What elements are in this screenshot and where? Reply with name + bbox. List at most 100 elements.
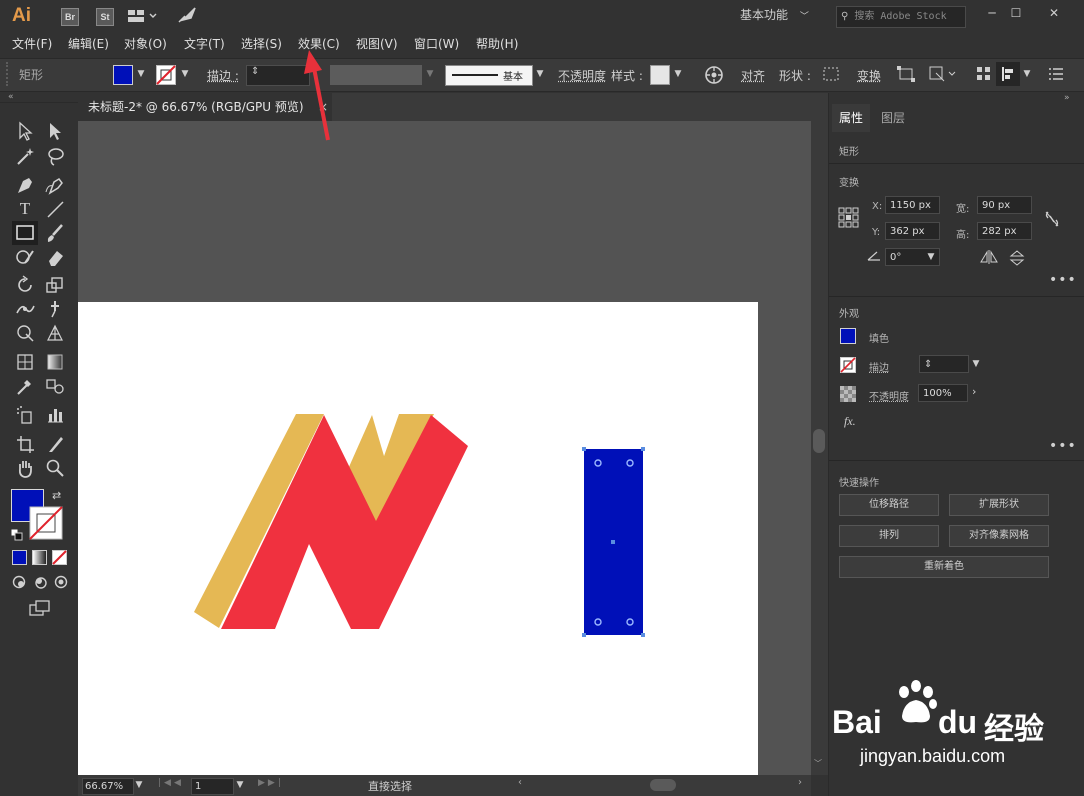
gradient-tool-icon[interactable]: [44, 351, 66, 373]
next-last-artboard-buttons[interactable]: ▶▶|: [258, 778, 284, 788]
scroll-right-icon[interactable]: ›: [798, 777, 802, 788]
close-window-button[interactable]: ✕: [1041, 4, 1067, 22]
selection-tool-icon[interactable]: [14, 120, 36, 142]
artboard-tool-icon[interactable]: [14, 433, 36, 455]
column-graph-tool-icon[interactable]: [44, 404, 66, 426]
stroke-none-swatch[interactable]: [156, 65, 176, 88]
menu-select[interactable]: 选择(S): [241, 36, 282, 52]
document-tab[interactable]: 未标题-2* @ 66.67% (RGB/GPU 预览) ×: [78, 93, 332, 121]
fill-swatch[interactable]: [113, 65, 133, 85]
stepper-arrows-icon[interactable]: ⇕: [251, 66, 259, 77]
opacity-input[interactable]: 100%: [918, 384, 968, 402]
expand-shape-button[interactable]: 扩展形状: [949, 494, 1049, 516]
scale-tool-icon[interactable]: [44, 274, 66, 296]
menu-edit[interactable]: 编辑(E): [68, 36, 109, 52]
menu-type[interactable]: 文字(T): [184, 36, 225, 52]
recolor-artwork-icon[interactable]: [704, 65, 724, 88]
type-tool-icon[interactable]: T: [14, 198, 36, 220]
none-mode-button[interactable]: [52, 550, 67, 568]
panel-menu-icon[interactable]: [1048, 67, 1064, 84]
align-to-pixel-grid-button[interactable]: 对齐像素网格: [949, 525, 1049, 547]
opacity-link[interactable]: 不透明度: [558, 67, 606, 84]
menu-view[interactable]: 视图(V): [356, 36, 398, 52]
stroke-weight-field[interactable]: ⇕: [919, 355, 969, 373]
eyedropper-tool-icon[interactable]: [14, 375, 36, 397]
menu-file[interactable]: 文件(F): [12, 36, 52, 52]
vertical-scrollbar[interactable]: ﹀: [811, 121, 828, 775]
graphic-style-swatch[interactable]: [650, 65, 670, 85]
menu-window[interactable]: 窗口(W): [414, 36, 459, 52]
recolor-button[interactable]: 重新着色: [839, 556, 1049, 578]
menu-object[interactable]: 对象(O): [124, 36, 167, 52]
chevron-right-icon[interactable]: ›: [972, 385, 976, 398]
align-options-button[interactable]: [996, 62, 1020, 86]
puppet-warp-tool-icon[interactable]: [44, 298, 66, 320]
rotate-tool-icon[interactable]: [14, 274, 36, 296]
chevron-down-icon[interactable]: ▼: [234, 776, 246, 794]
screen-mode-icon[interactable]: [29, 599, 51, 620]
gradient-mode-button[interactable]: [32, 550, 47, 565]
constrain-proportions-icon[interactable]: [1044, 210, 1060, 231]
chevron-down-icon[interactable]: ▼: [135, 65, 147, 83]
brush-style-dropdown[interactable]: 基本: [445, 65, 533, 86]
symbol-sprayer-tool-icon[interactable]: [14, 404, 36, 426]
curvature-tool-icon[interactable]: [44, 174, 66, 196]
first-prev-artboard-buttons[interactable]: |◀◀: [158, 778, 184, 788]
vertical-scroll-thumb[interactable]: [813, 429, 825, 453]
stroke-link[interactable]: 描边: [869, 359, 889, 374]
width-tool-icon[interactable]: [14, 298, 36, 320]
align-link[interactable]: 对齐: [741, 67, 765, 84]
more-options-icon[interactable]: •••: [1049, 272, 1077, 288]
default-colors-icon[interactable]: [10, 528, 23, 544]
mesh-tool-icon[interactable]: [14, 351, 36, 373]
collapse-panel-icon[interactable]: «: [8, 92, 14, 102]
stroke-label[interactable]: 描边 :: [207, 67, 239, 84]
appearance-fill-swatch[interactable]: [840, 328, 856, 344]
chevron-down-icon[interactable]: ▼: [1021, 65, 1033, 83]
scroll-left-icon[interactable]: ‹: [518, 777, 522, 788]
transform-link[interactable]: 变换: [857, 67, 881, 84]
width-input[interactable]: 90 px: [977, 196, 1032, 214]
perspective-grid-tool-icon[interactable]: [44, 322, 66, 344]
stock-search-input[interactable]: ⚲ 搜索 Adobe Stock: [836, 6, 966, 28]
arrange-button[interactable]: 排列: [839, 525, 939, 547]
tab-layers[interactable]: 图层: [881, 104, 905, 132]
flip-vertical-icon[interactable]: [1009, 250, 1025, 269]
artboard-number-input[interactable]: 1: [191, 778, 234, 795]
appearance-stroke-swatch[interactable]: [840, 357, 856, 376]
stepper-arrows-icon[interactable]: ⇕: [924, 359, 932, 370]
chevron-down-icon[interactable]: ▼: [672, 65, 684, 83]
draw-behind-icon[interactable]: [33, 575, 47, 592]
rectangle-tool-icon[interactable]: [12, 221, 38, 245]
draw-normal-icon[interactable]: [12, 575, 26, 592]
scroll-down-icon[interactable]: ﹀: [814, 758, 822, 769]
shaper-tool-icon[interactable]: [14, 246, 36, 268]
transform-each-icon[interactable]: [896, 65, 916, 86]
draw-inside-icon[interactable]: [54, 575, 68, 592]
control-bar-grip[interactable]: [6, 62, 12, 86]
eraser-tool-icon[interactable]: [44, 246, 66, 268]
arrange-grid-icon[interactable]: [975, 65, 993, 86]
variable-width-profile[interactable]: [330, 65, 422, 85]
gpu-performance-icon[interactable]: [177, 6, 197, 27]
x-position-input[interactable]: 1150 px: [885, 196, 940, 214]
color-mode-button[interactable]: [12, 550, 27, 565]
collapse-panel-icon[interactable]: »: [1064, 93, 1070, 103]
more-options-icon[interactable]: •••: [1049, 438, 1077, 454]
offset-path-button[interactable]: 位移路径: [839, 494, 939, 516]
shape-properties-icon[interactable]: [822, 66, 840, 85]
y-position-input[interactable]: 362 px: [885, 222, 940, 240]
flip-horizontal-icon[interactable]: [980, 250, 998, 267]
blend-tool-icon[interactable]: [44, 375, 66, 397]
paintbrush-tool-icon[interactable]: [44, 222, 66, 244]
chevron-down-icon[interactable]: ▼: [534, 65, 546, 83]
line-segment-tool-icon[interactable]: [44, 198, 66, 220]
magic-wand-tool-icon[interactable]: [14, 145, 36, 167]
stock-button[interactable]: St: [96, 8, 114, 26]
opacity-link[interactable]: 不透明度: [869, 388, 909, 403]
zoom-level-input[interactable]: 66.67%: [82, 778, 134, 795]
free-transform-tool-icon[interactable]: [14, 322, 36, 344]
menu-help[interactable]: 帮助(H): [476, 36, 518, 52]
slice-tool-icon[interactable]: [44, 433, 66, 455]
horizontal-scroll-thumb[interactable]: [650, 779, 676, 791]
